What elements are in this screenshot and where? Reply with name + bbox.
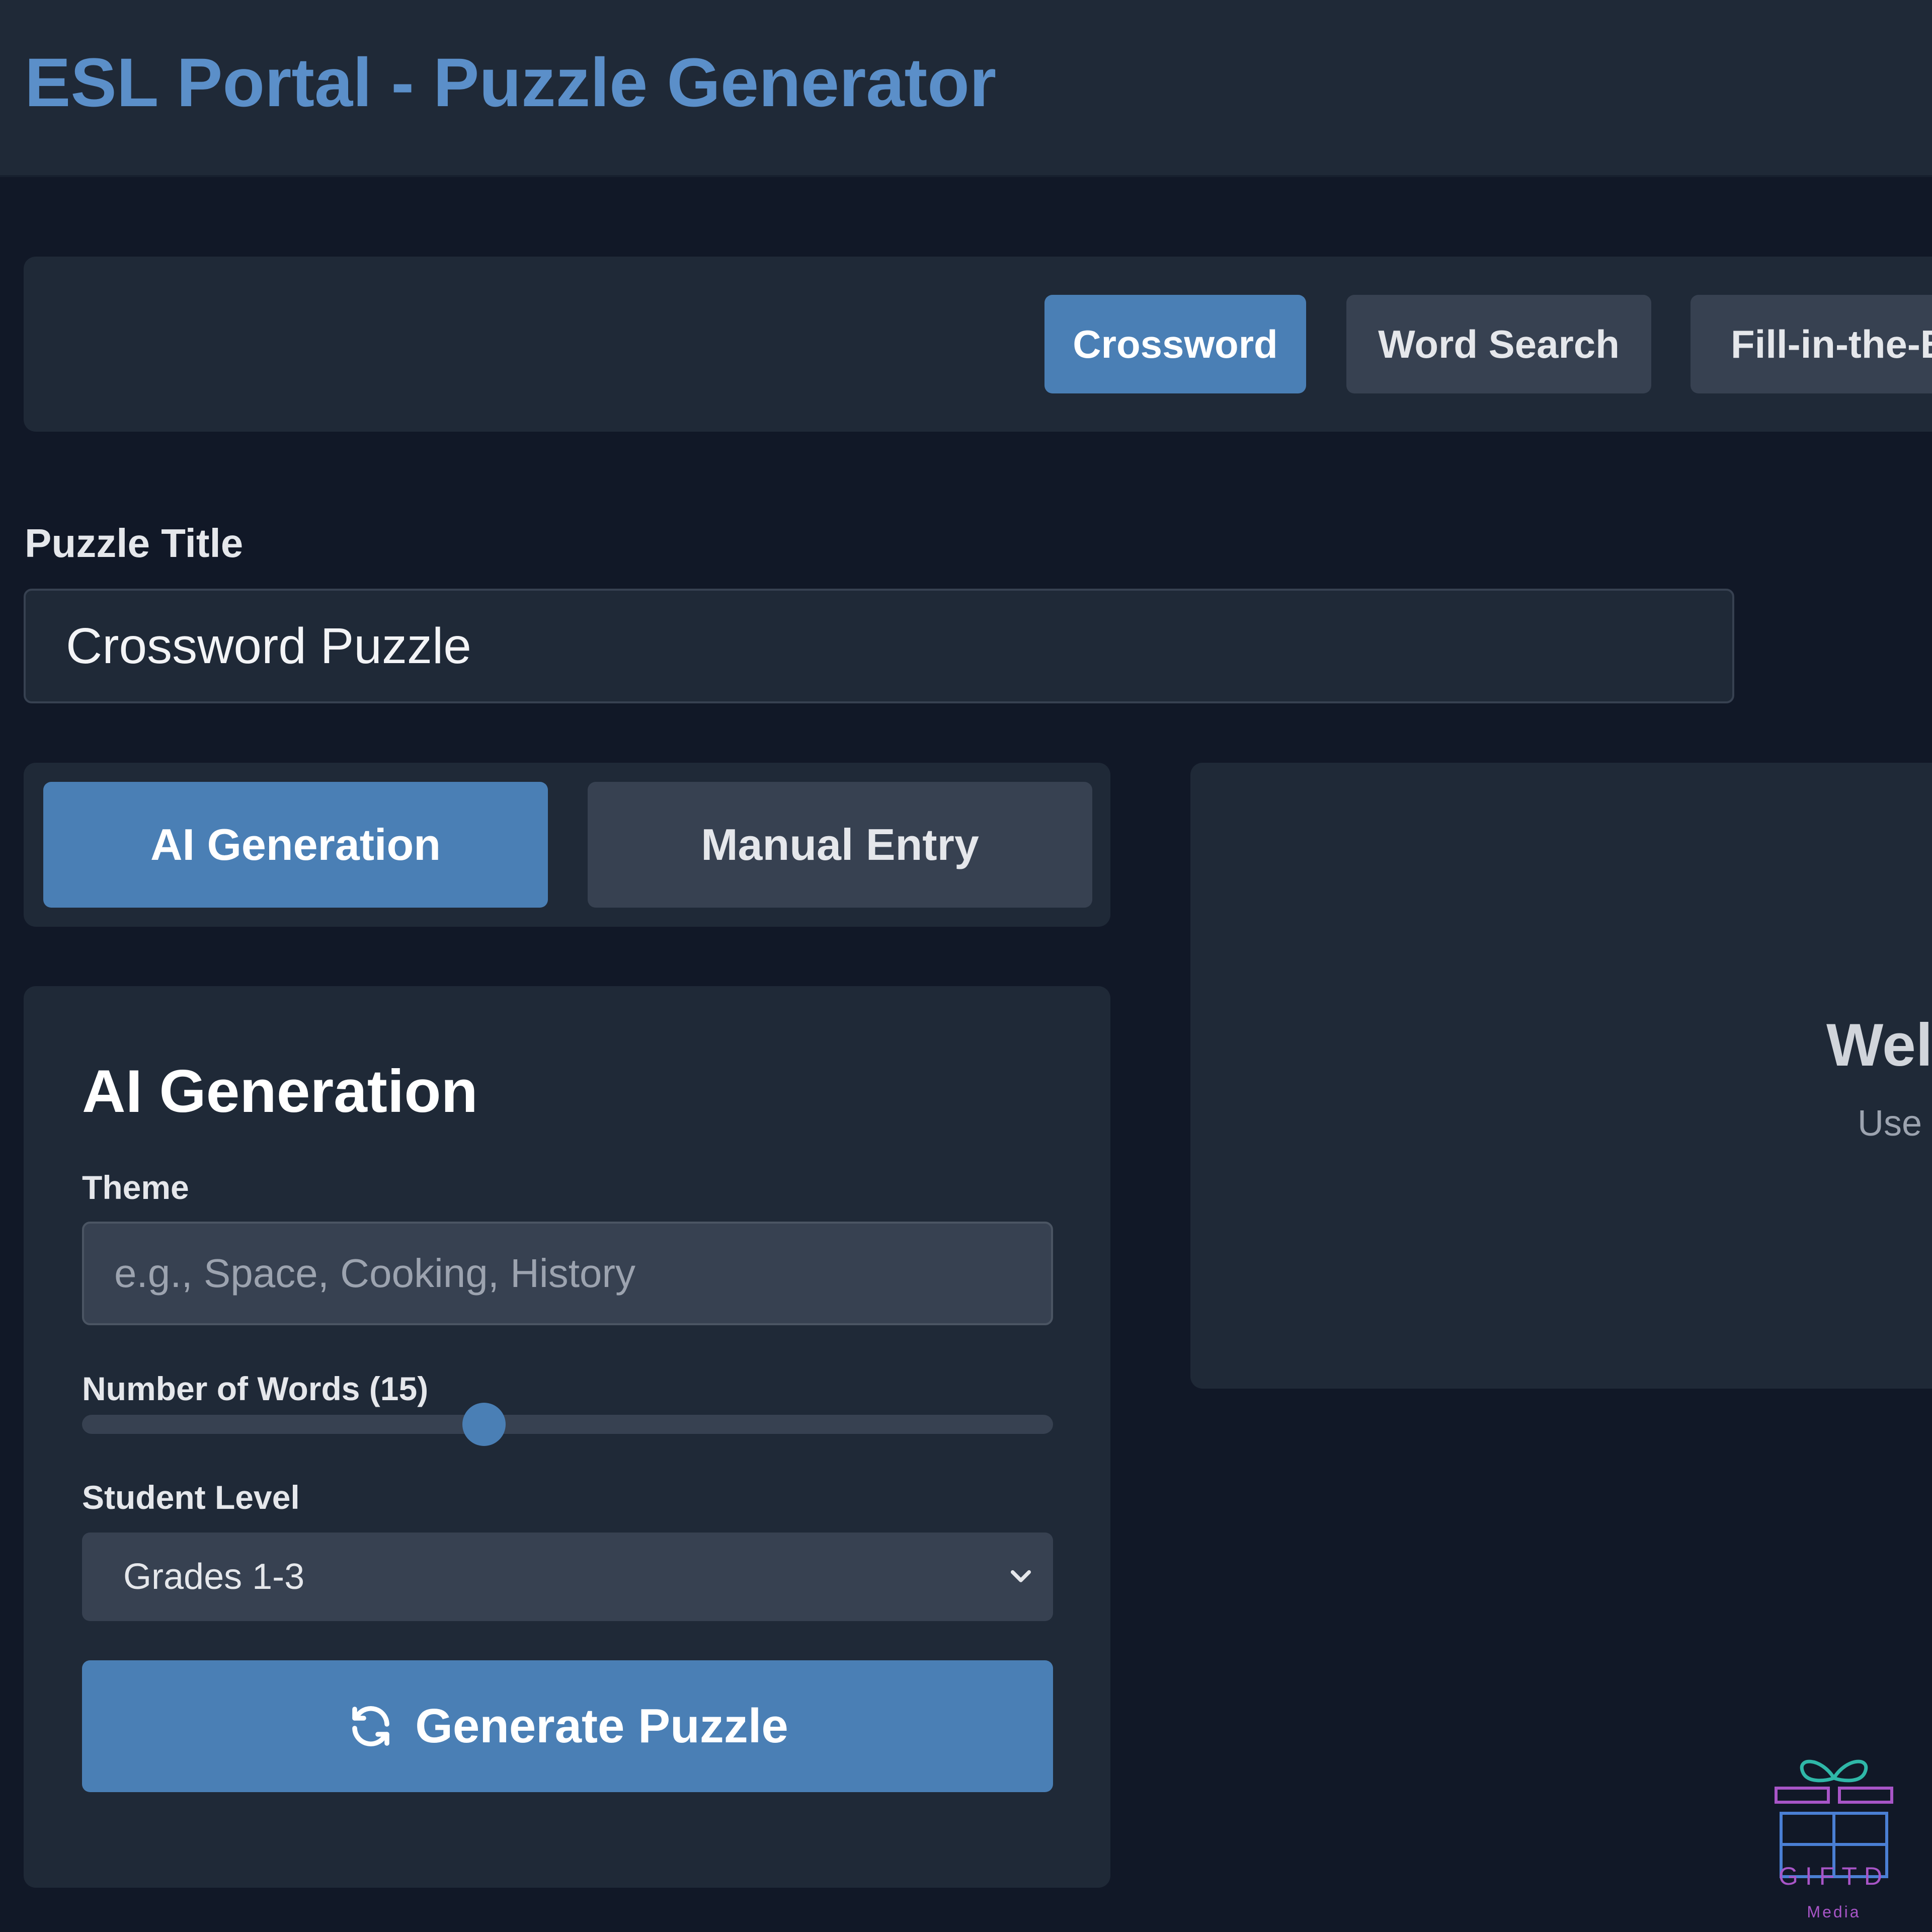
puzzle-preview-panel: Wel Use	[1190, 763, 1932, 1389]
word-count-label: Number of Words (15)	[82, 1370, 429, 1407]
theme-input[interactable]	[82, 1222, 1053, 1325]
logo-name: GIFTD	[1779, 1862, 1889, 1890]
ai-panel-heading: AI Generation	[82, 1058, 478, 1125]
app-title: ESL Portal - Puzzle Generator	[25, 44, 997, 121]
logo-subtext: Media	[1807, 1903, 1861, 1921]
welcome-subtitle: Use	[1858, 1103, 1922, 1144]
welcome-title: Wel	[1826, 1011, 1932, 1079]
generate-puzzle-button[interactable]: Generate Puzzle	[82, 1660, 1053, 1792]
student-level-label: Student Level	[82, 1479, 300, 1516]
tab-ai-generation[interactable]: AI Generation	[43, 782, 548, 908]
chevron-down-icon	[1010, 1570, 1031, 1582]
student-level-select[interactable]: Grades 1-3	[82, 1533, 1053, 1621]
refresh-icon	[352, 1706, 389, 1746]
tab-crossword[interactable]: Crossword	[1044, 295, 1306, 393]
theme-label: Theme	[82, 1169, 189, 1206]
word-count-slider-thumb[interactable]	[462, 1403, 506, 1446]
tab-word-search[interactable]: Word Search	[1346, 295, 1651, 393]
puzzle-title-input[interactable]	[24, 589, 1734, 703]
student-level-value: Grades 1-3	[123, 1557, 305, 1597]
puzzle-title-label: Puzzle Title	[25, 521, 244, 566]
tab-fill-in-the-blank[interactable]: Fill-in-the-Blank	[1691, 295, 1932, 393]
tab-manual-entry[interactable]: Manual Entry	[588, 782, 1092, 908]
word-count-slider-track[interactable]	[82, 1415, 1053, 1434]
generate-puzzle-label: Generate Puzzle	[415, 1699, 788, 1753]
